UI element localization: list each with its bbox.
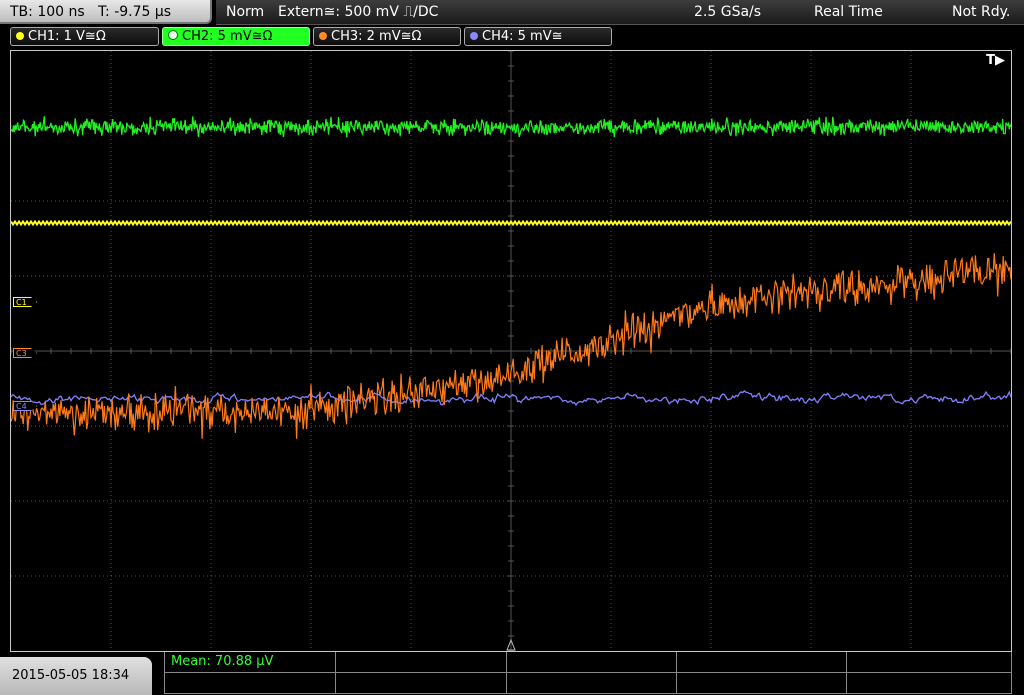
run-state: Not Rdy.: [952, 4, 1011, 20]
tab-ch3[interactable]: CH3: 2 mV≅Ω: [313, 27, 461, 46]
ch1-color-icon: [16, 32, 24, 40]
status-bar: TB: 100 ns T: -9.75 µs Norm Extern≅: 500…: [0, 0, 1024, 25]
trigger-indicator: T▶: [986, 53, 1005, 68]
tab-ch4-label: CH4: 5 mV≅: [482, 29, 563, 44]
measurement-cell[interactable]: Mean: 70.88 µV: [165, 652, 336, 673]
measurement-cell[interactable]: [336, 652, 507, 673]
timebase-box[interactable]: TB: 100 ns T: -9.75 µs: [0, 0, 212, 24]
tab-ch4[interactable]: CH4: 5 mV≅: [464, 27, 612, 46]
ch3-marker-label: C3: [16, 349, 27, 358]
datetime-box: 2015-05-05 18:34: [0, 657, 152, 695]
trigger-source[interactable]: Extern≅: 500 mV ⎍/DC: [278, 0, 438, 24]
ch4-color-icon: [470, 32, 478, 40]
trigger-time-label: T: -9.75 µs: [98, 4, 172, 20]
acquisition-mode: Real Time: [814, 4, 883, 20]
graticule: [11, 51, 1011, 651]
measurement-cell[interactable]: [507, 673, 677, 694]
ch4-marker-label: C4: [16, 402, 27, 411]
measurement-cell[interactable]: [677, 673, 847, 694]
tab-ch1[interactable]: CH1: 1 V≅Ω: [10, 27, 159, 46]
waveform-display[interactable]: T▶ C1 C3 C4: [10, 50, 1012, 652]
tab-ch3-label: CH3: 2 mV≅Ω: [331, 29, 422, 44]
ch3-color-icon: [319, 32, 327, 40]
acquisition-status-strip: Norm Extern≅: 500 mV ⎍/DC 2.5 GSa/s Real…: [216, 0, 1024, 25]
measurement-panel[interactable]: Mean: 70.88 µV: [164, 652, 1012, 694]
mean-measurement: Mean: 70.88 µV: [171, 654, 274, 669]
trigger-position-icon[interactable]: [506, 639, 516, 651]
measurement-cell[interactable]: [847, 673, 1011, 694]
tab-ch1-label: CH1: 1 V≅Ω: [28, 29, 106, 44]
ch1-marker-label: C1: [16, 298, 27, 307]
measurement-cell[interactable]: [847, 652, 1011, 673]
tab-ch2[interactable]: CH2: 5 mV≅Ω: [162, 27, 310, 46]
datetime-label: 2015-05-05 18:34: [12, 668, 130, 683]
channel-tabs: CH1: 1 V≅Ω CH2: 5 mV≅Ω CH3: 2 mV≅Ω CH4: …: [0, 26, 1024, 48]
sample-rate: 2.5 GSa/s: [694, 4, 762, 20]
measurement-cell[interactable]: [165, 673, 336, 694]
tab-ch2-label: CH2: 5 mV≅Ω: [182, 29, 273, 44]
measurement-cell[interactable]: [677, 652, 847, 673]
ch2-color-icon: [168, 30, 178, 40]
trigger-mode[interactable]: Norm: [226, 0, 264, 24]
measurement-cell[interactable]: [507, 652, 677, 673]
measurement-cell[interactable]: [336, 673, 507, 694]
waveform-canvas: [11, 51, 1011, 651]
timebase-label: TB: 100 ns: [10, 4, 85, 20]
